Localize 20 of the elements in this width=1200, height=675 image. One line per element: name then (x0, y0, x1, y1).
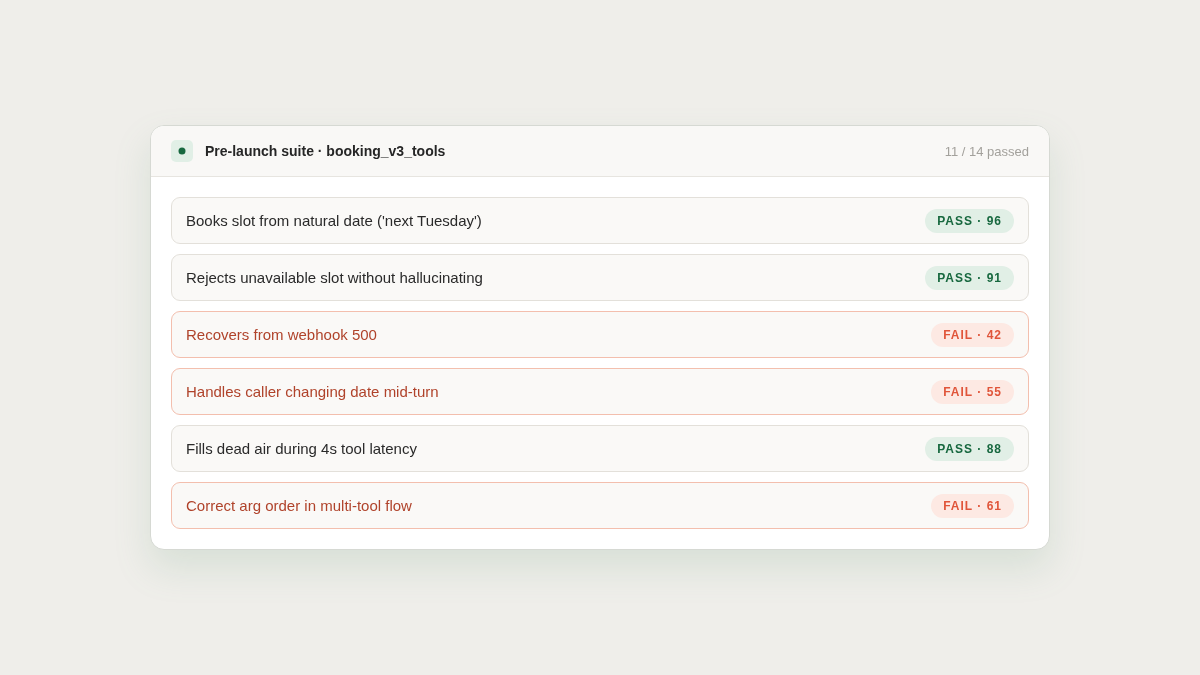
score-badge: FAIL · 42 (931, 322, 1014, 347)
test-row[interactable]: Correct arg order in multi-tool flow FAIL · 61 (171, 482, 1029, 529)
test-name: Handles caller changing date mid-turn (186, 383, 439, 400)
score-badge: FAIL · 61 (931, 493, 1014, 518)
score-badge: FAIL · 55 (931, 379, 1014, 404)
suite-title: Pre-launch suite · booking_v3_tools (205, 143, 447, 159)
test-row[interactable]: Books slot from natural date ('next Tuesday') PASS · 96 (171, 197, 1029, 244)
pass-summary: 11 / 14 passed (944, 143, 1029, 159)
test-name: Rejects unavailable slot without hallucinating (186, 269, 483, 286)
score-badge: PASS · 91 (925, 265, 1014, 290)
test-row[interactable]: Rejects unavailable slot without hallucinating PASS · 91 (171, 254, 1029, 301)
test-name: Books slot from natural date ('next Tuesday') (186, 212, 482, 229)
test-row[interactable]: Recovers from webhook 500 FAIL · 42 (171, 311, 1029, 358)
test-row[interactable]: Fills dead air during 4s tool latency PASS · 88 (171, 425, 1029, 472)
test-name: Fills dead air during 4s tool latency (186, 440, 417, 457)
test-name: Correct arg order in multi-tool flow (186, 497, 412, 514)
test-row[interactable]: Handles caller changing date mid-turn FAIL · 55 (171, 368, 1029, 415)
score-badge: PASS · 96 (925, 208, 1014, 233)
test-name: Recovers from webhook 500 (186, 326, 377, 343)
score-badge: PASS · 88 (925, 436, 1014, 461)
